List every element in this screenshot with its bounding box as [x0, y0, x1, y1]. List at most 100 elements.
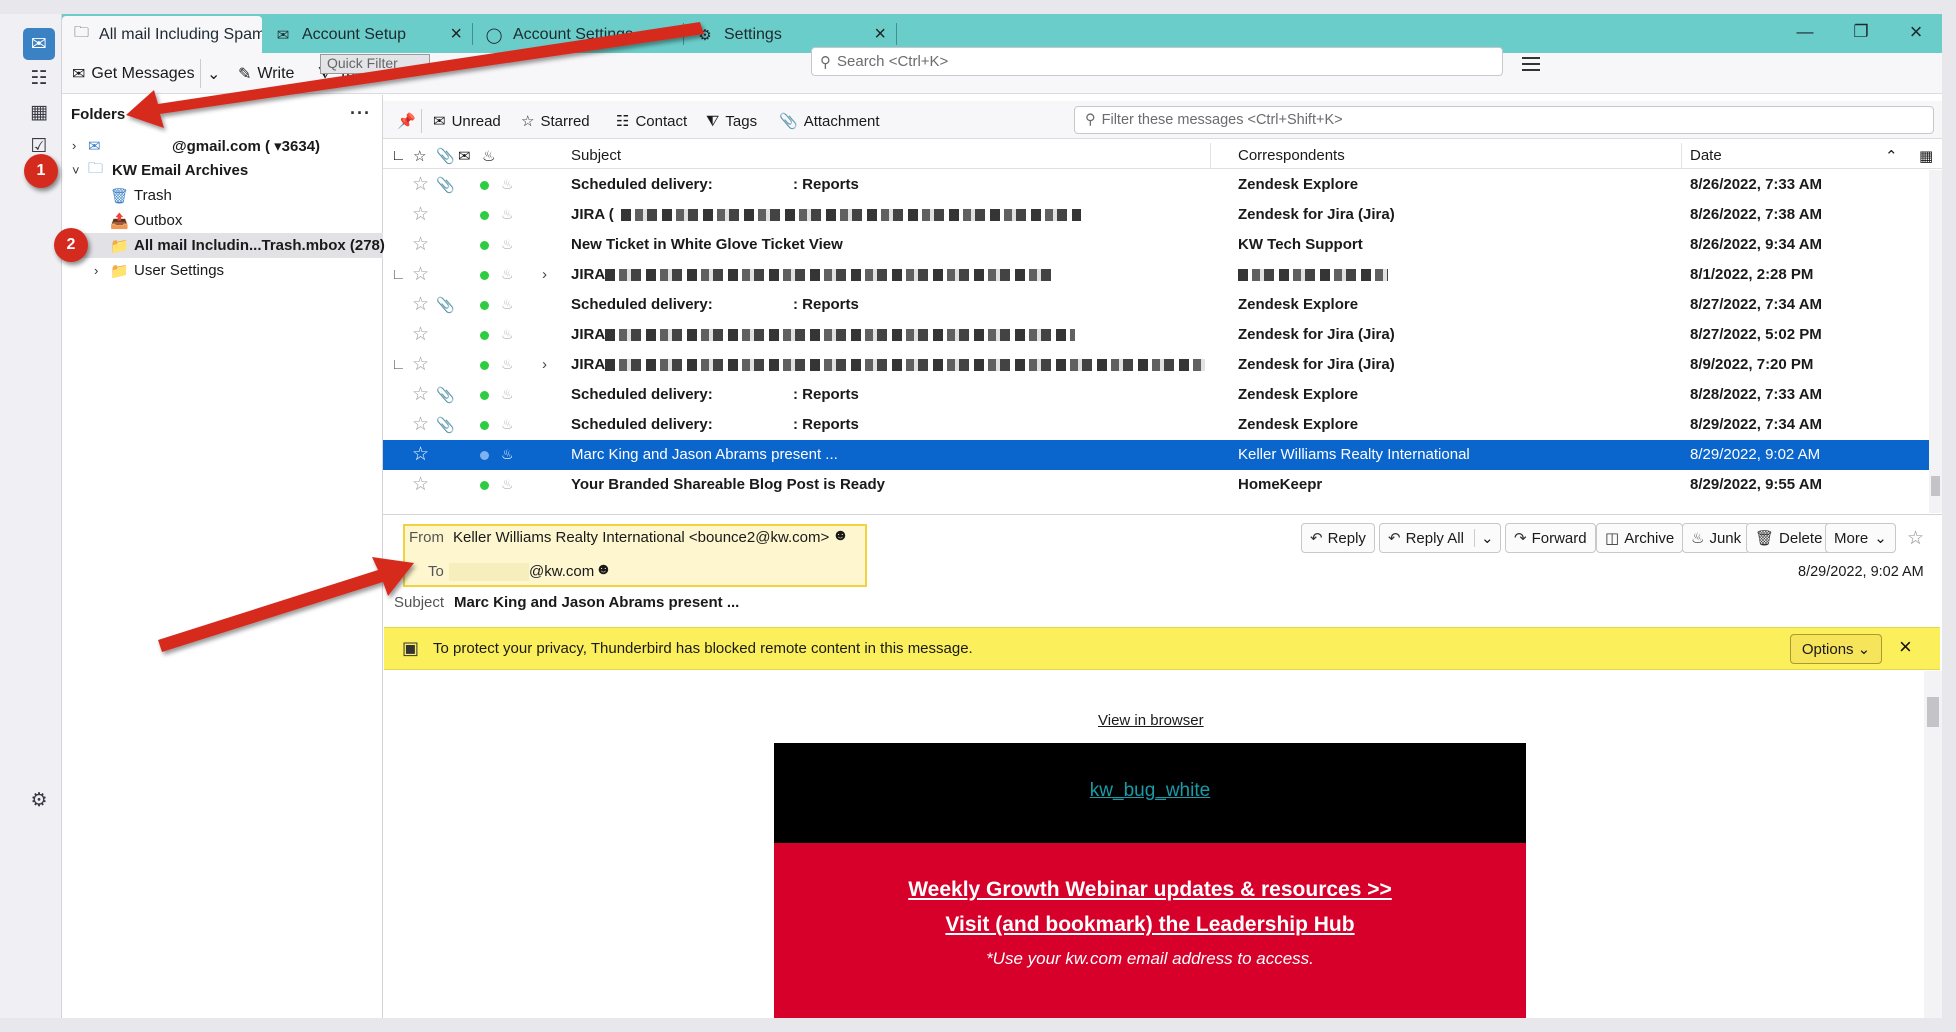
read-column-icon[interactable]: ✉	[458, 147, 471, 165]
message-row[interactable]: ☆ 📎 ♨ Scheduled delivery:: Reports Zendesk E…	[383, 410, 1929, 440]
thread-icon[interactable]: ∟	[391, 356, 406, 373]
close-icon[interactable]: ×	[661, 24, 673, 44]
close-icon[interactable]: ×	[1899, 634, 1912, 660]
star-icon[interactable]: ☆	[412, 263, 429, 286]
kw-bug-image-alt[interactable]: kw_bug_white	[774, 780, 1526, 802]
restore-icon[interactable]: ❐	[1850, 21, 1872, 43]
star-icon[interactable]: ☆	[412, 413, 429, 436]
get-messages-button[interactable]: ✉ Get Messages	[72, 59, 195, 88]
folder-item[interactable]: ˅ 🗀 KW Email Archives	[62, 158, 383, 183]
thread-icon[interactable]: ∟	[391, 266, 406, 283]
attachment-column-icon[interactable]: 📎	[436, 147, 455, 165]
message-row[interactable]: ∟ ☆ ♨ › JIRA 8/1/2022, 2:28 PM	[383, 260, 1929, 290]
archive-button[interactable]: ◫ Archive	[1596, 523, 1684, 553]
message-row[interactable]: ☆ ♨ JIRA Zendesk for Jira (Jira) 8/27/2022, …	[383, 320, 1929, 350]
chevron-right-icon[interactable]: ›	[542, 356, 547, 373]
message-row[interactable]: ☆ 📎 ♨ Scheduled delivery:: Reports Zendesk E…	[383, 170, 1929, 200]
message-row[interactable]: ☆ ♨ JIRA (Zendesk for Jira (Jira) 8/26/2022…	[383, 200, 1929, 230]
contact-icon[interactable]: ☻	[832, 527, 849, 545]
junk-column-icon[interactable]: ♨	[482, 147, 495, 165]
more-button[interactable]: More ⌄	[1825, 523, 1896, 553]
star-icon[interactable]: ☆	[412, 323, 429, 346]
unread-dot-icon[interactable]	[480, 331, 489, 340]
chevron-right-icon[interactable]: ›	[72, 138, 76, 153]
unread-dot-icon[interactable]	[480, 361, 489, 370]
junk-status-icon[interactable]: ♨	[501, 476, 514, 493]
global-search-input[interactable]: ⚲ Search <Ctrl+K>	[811, 47, 1503, 76]
star-icon[interactable]: ☆	[412, 293, 429, 316]
junk-status-icon[interactable]: ♨	[501, 326, 514, 343]
correspondents-column[interactable]: Correspondents	[1238, 147, 1345, 164]
star-icon[interactable]: ☆	[412, 353, 429, 376]
junk-status-icon[interactable]: ♨	[501, 206, 514, 223]
close-icon[interactable]: ×	[450, 24, 462, 44]
star-icon[interactable]: ☆	[412, 233, 429, 256]
webinar-link[interactable]: Weekly Growth Webinar updates & resource…	[774, 878, 1526, 902]
star-icon[interactable]: ☆	[412, 473, 429, 496]
subject-column[interactable]: Subject	[571, 147, 621, 164]
folder-item[interactable]: 📤 Outbox	[62, 208, 383, 233]
chevron-down-icon[interactable]: ⌄	[1473, 529, 1494, 547]
unread-dot-icon[interactable]	[480, 301, 489, 310]
tab-account-setup[interactable]: ✉ Account Setup ×	[262, 16, 472, 53]
date-column[interactable]: Date	[1690, 147, 1722, 164]
unread-dot-icon[interactable]	[480, 271, 489, 280]
message-row[interactable]: ☆ ♨ New Ticket in White Glove Ticket View K…	[383, 230, 1929, 260]
junk-status-icon[interactable]: ♨	[501, 266, 514, 283]
to-value[interactable]: @kw.com	[529, 563, 594, 580]
forward-button[interactable]: ↷ Forward	[1505, 523, 1596, 553]
junk-status-icon[interactable]: ♨	[501, 446, 514, 463]
from-value[interactable]: Keller Williams Realty International <bo…	[453, 529, 829, 546]
sort-ascending-icon[interactable]: ⌃	[1885, 147, 1898, 165]
address-book-icon[interactable]: ☷	[23, 62, 55, 94]
junk-status-icon[interactable]: ♨	[501, 236, 514, 253]
star-icon[interactable]: ☆	[1907, 527, 1924, 550]
junk-status-icon[interactable]: ♨	[501, 356, 514, 373]
filter-messages-input[interactable]: ⚲ Filter these messages <Ctrl+Shift+K>	[1074, 106, 1934, 134]
column-picker-icon[interactable]: ▦	[1919, 147, 1933, 165]
chevron-down-icon[interactable]: ˅	[72, 163, 80, 178]
message-row[interactable]: ∟ ☆ ♨ › JIRA Zendesk for Jira (Jira) 8/9/2022,…	[383, 350, 1929, 380]
message-scrollbar[interactable]	[1924, 671, 1942, 1018]
unread-dot-icon[interactable]	[480, 241, 489, 250]
junk-status-icon[interactable]: ♨	[501, 416, 514, 433]
attachment-filter-button[interactable]: 📎 Attachment	[779, 109, 880, 133]
tab-all-mail[interactable]: 🗀 All mail Including Spam and Tr	[62, 16, 262, 53]
contact-filter-button[interactable]: ☷ Contact	[616, 109, 687, 133]
close-window-icon[interactable]: ×	[1905, 19, 1927, 44]
app-menu-icon[interactable]	[1522, 57, 1540, 71]
unread-dot-icon[interactable]	[480, 391, 489, 400]
folder-item[interactable]: › ✉ @gmail.com ( ▾3634)	[62, 133, 383, 158]
starred-filter-button[interactable]: ☆ Starred	[521, 109, 590, 133]
star-icon[interactable]: ☆	[412, 203, 429, 226]
message-row[interactable]: ☆ ♨ Your Branded Shareable Blog Post is Re…	[383, 470, 1929, 500]
unread-dot-icon[interactable]	[480, 181, 489, 190]
close-icon[interactable]: ×	[874, 24, 886, 44]
folder-item[interactable]: › 📁 User Settings	[62, 258, 383, 283]
junk-status-icon[interactable]: ♨	[501, 386, 514, 403]
unread-dot-icon[interactable]	[480, 211, 489, 220]
thread-column-icon[interactable]: ∟	[391, 147, 406, 164]
tags-filter-button[interactable]: ⧨ Tags	[706, 109, 757, 133]
calendar-icon[interactable]: ▦	[23, 96, 55, 128]
folder-item[interactable]: 🗑 Trash	[62, 183, 383, 208]
reply-all-button[interactable]: ↶ Reply All ⌄	[1379, 523, 1501, 553]
view-in-browser-link[interactable]: View in browser	[1098, 712, 1204, 729]
thread-scrollbar[interactable]	[1929, 170, 1942, 513]
delete-button[interactable]: 🗑 Delete	[1746, 523, 1832, 553]
minimize-icon[interactable]: —	[1794, 21, 1816, 43]
star-column-icon[interactable]: ☆	[413, 147, 426, 165]
message-row[interactable]: ☆ ♨ Marc King and Jason Abrams present ...…	[383, 440, 1929, 470]
write-button[interactable]: ✎ Write	[238, 59, 294, 88]
message-row[interactable]: ☆ 📎 ♨ Scheduled delivery:: Reports Zendesk E…	[383, 290, 1929, 320]
get-messages-dropdown[interactable]: ⌄	[200, 59, 220, 88]
junk-button[interactable]: ♨ Junk	[1682, 523, 1751, 553]
star-icon[interactable]: ☆	[412, 173, 429, 196]
chevron-right-icon[interactable]: ›	[542, 266, 547, 283]
folder-item[interactable]: 📁 All mail Includin...Trash.mbox (278)	[62, 233, 385, 258]
message-row[interactable]: ☆ 📎 ♨ Scheduled delivery:: Reports Zendesk E…	[383, 380, 1929, 410]
chevron-right-icon[interactable]: ›	[94, 263, 98, 278]
junk-status-icon[interactable]: ♨	[501, 296, 514, 313]
settings-gear-icon[interactable]: ⚙	[23, 784, 55, 816]
unread-dot-icon[interactable]	[480, 451, 489, 460]
